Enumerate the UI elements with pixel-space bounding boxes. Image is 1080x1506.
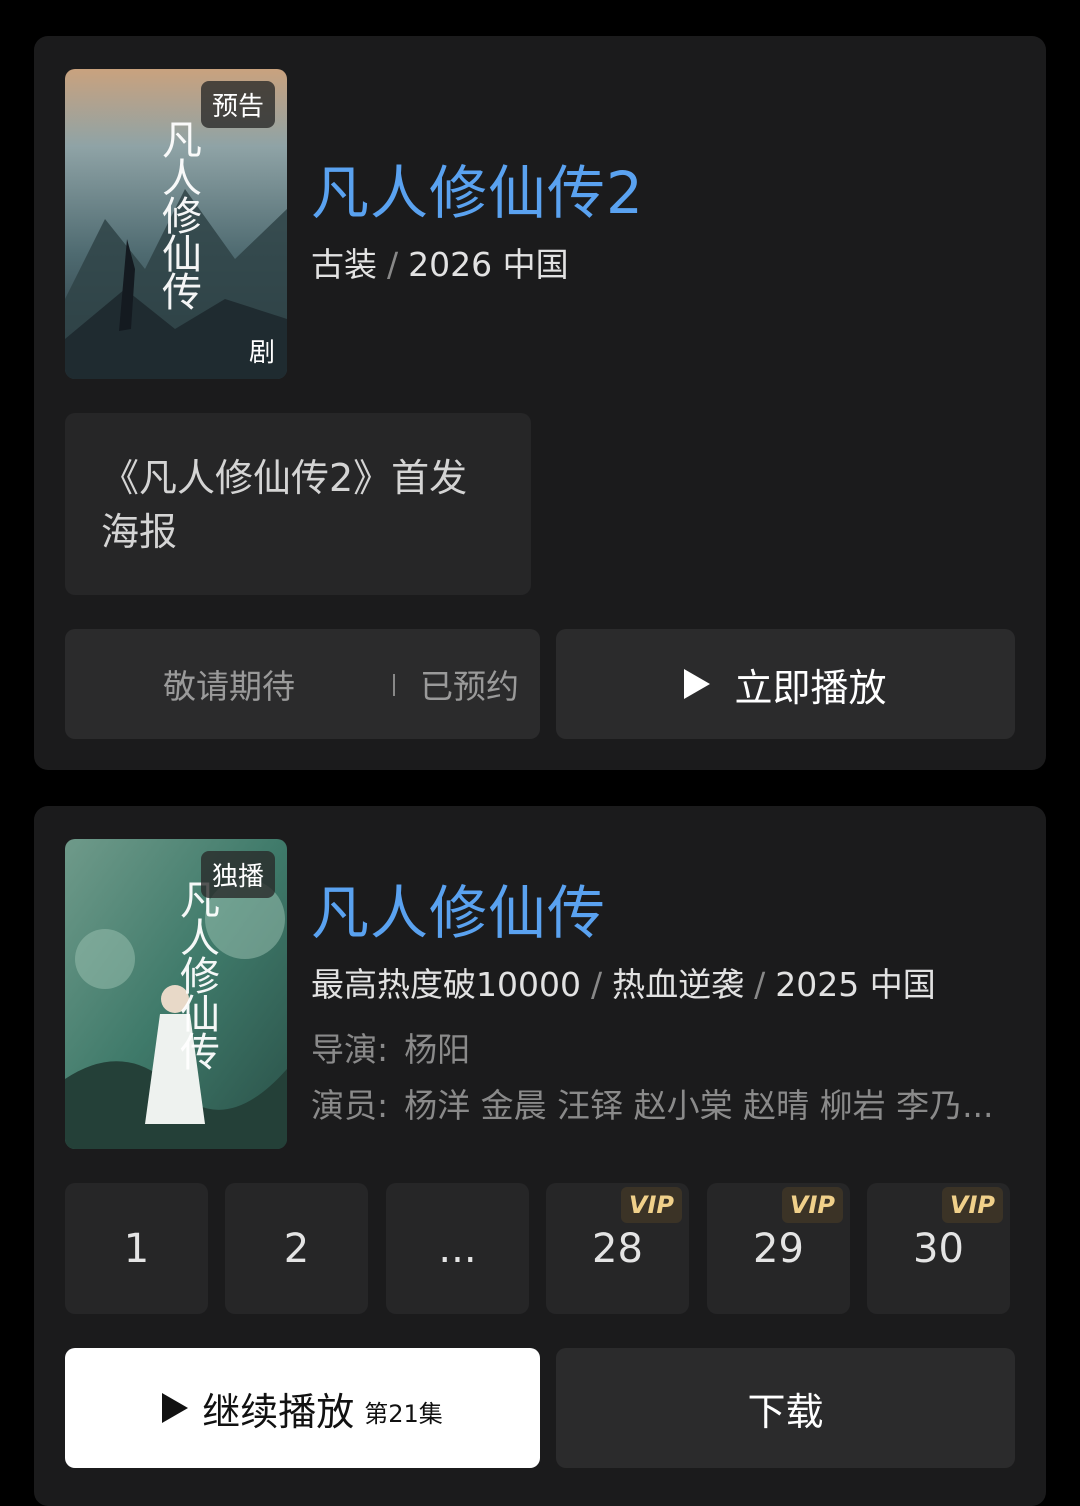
poster-title-art: 凡人修仙传 [173, 879, 219, 1069]
continue-play-button[interactable]: 继续播放 第21集 [65, 1348, 540, 1468]
episode-1-button[interactable]: 1 [65, 1183, 208, 1314]
episode-number: 1 [123, 1225, 150, 1272]
play-icon [162, 1393, 189, 1423]
coming-soon-label: 敬请期待 [163, 667, 295, 706]
vip-badge: VIP [620, 1187, 682, 1223]
meta-separator: / [387, 245, 399, 284]
continue-label: 继续播放 [202, 1389, 355, 1434]
episode-29-button[interactable]: VIP 29 [707, 1183, 850, 1314]
show-card-series[interactable]: 凡人修仙传 独播 凡人修仙传 最高热度破10000/热血逆袭/2025 中国 导… [34, 806, 1046, 1506]
cast-line: 演员: 杨洋 金晨 汪铎 赵小棠 赵晴 柳岩 李乃... [311, 1079, 994, 1127]
reserved-label: 已预约 [420, 667, 519, 706]
drama-corner-label: 剧 [248, 338, 275, 368]
meta-separator: / [754, 965, 766, 1004]
genre-tag: 古装 [311, 245, 377, 284]
play-now-button[interactable]: 立即播放 [556, 629, 1015, 739]
cast-label: 演员: [311, 1086, 389, 1125]
episode-more-button[interactable]: ... [386, 1183, 529, 1314]
episode-ellipsis: ... [438, 1225, 477, 1272]
episode-number: 29 [753, 1225, 804, 1272]
download-label: 下载 [747, 1389, 824, 1434]
popularity-tag: 最高热度破10000 [311, 965, 581, 1004]
trailer-badge: 预告 [200, 81, 275, 128]
show-meta: 古装 /2026 中国 [311, 238, 569, 286]
poster-image[interactable]: 凡人修仙传 独播 [65, 839, 287, 1149]
genre-tag: 热血逆袭 [612, 965, 745, 1004]
episode-28-button[interactable]: VIP 28 [546, 1183, 689, 1314]
exclusive-badge: 独播 [200, 851, 275, 898]
cast-names: 杨洋 金晨 汪铎 赵小棠 赵晴 柳岩 李乃... [404, 1086, 994, 1125]
meta-separator: / [590, 965, 603, 1004]
play-icon [684, 669, 711, 699]
vip-badge: VIP [781, 1187, 843, 1223]
episode-30-button[interactable]: VIP 30 [867, 1183, 1010, 1314]
director-name: 杨阳 [404, 1030, 471, 1069]
episode-number: 28 [592, 1225, 643, 1272]
divider [393, 674, 395, 696]
show-title[interactable]: 凡人修仙传2 [311, 146, 644, 230]
poster-image[interactable]: 凡人修仙传 预告 剧 [65, 69, 287, 379]
notice-panel[interactable]: 《凡人修仙传2》首发海报 [65, 413, 531, 595]
vip-badge: VIP [941, 1187, 1003, 1223]
episode-2-button[interactable]: 2 [225, 1183, 368, 1314]
year-region: 2026 中国 [408, 245, 569, 284]
episode-number: 30 [913, 1225, 964, 1272]
show-title[interactable]: 凡人修仙传 [311, 866, 606, 950]
year-region: 2025 中国 [775, 965, 936, 1004]
download-button[interactable]: 下载 [556, 1348, 1015, 1468]
director-line: 导演: 杨阳 [311, 1023, 470, 1071]
show-meta: 最高热度破10000/热血逆袭/2025 中国 [311, 958, 936, 1006]
play-now-label: 立即播放 [734, 665, 887, 710]
episode-number: 2 [283, 1225, 310, 1272]
poster-title-art: 凡人修仙传 [155, 119, 201, 309]
reserve-button[interactable]: 敬请期待 已预约 [65, 629, 540, 739]
show-card-trailer[interactable]: 凡人修仙传 预告 剧 凡人修仙传2 古装 /2026 中国 《凡人修仙传2》首发海… [34, 36, 1046, 770]
continue-episode: 第21集 [364, 1399, 443, 1428]
director-label: 导演: [311, 1030, 389, 1069]
